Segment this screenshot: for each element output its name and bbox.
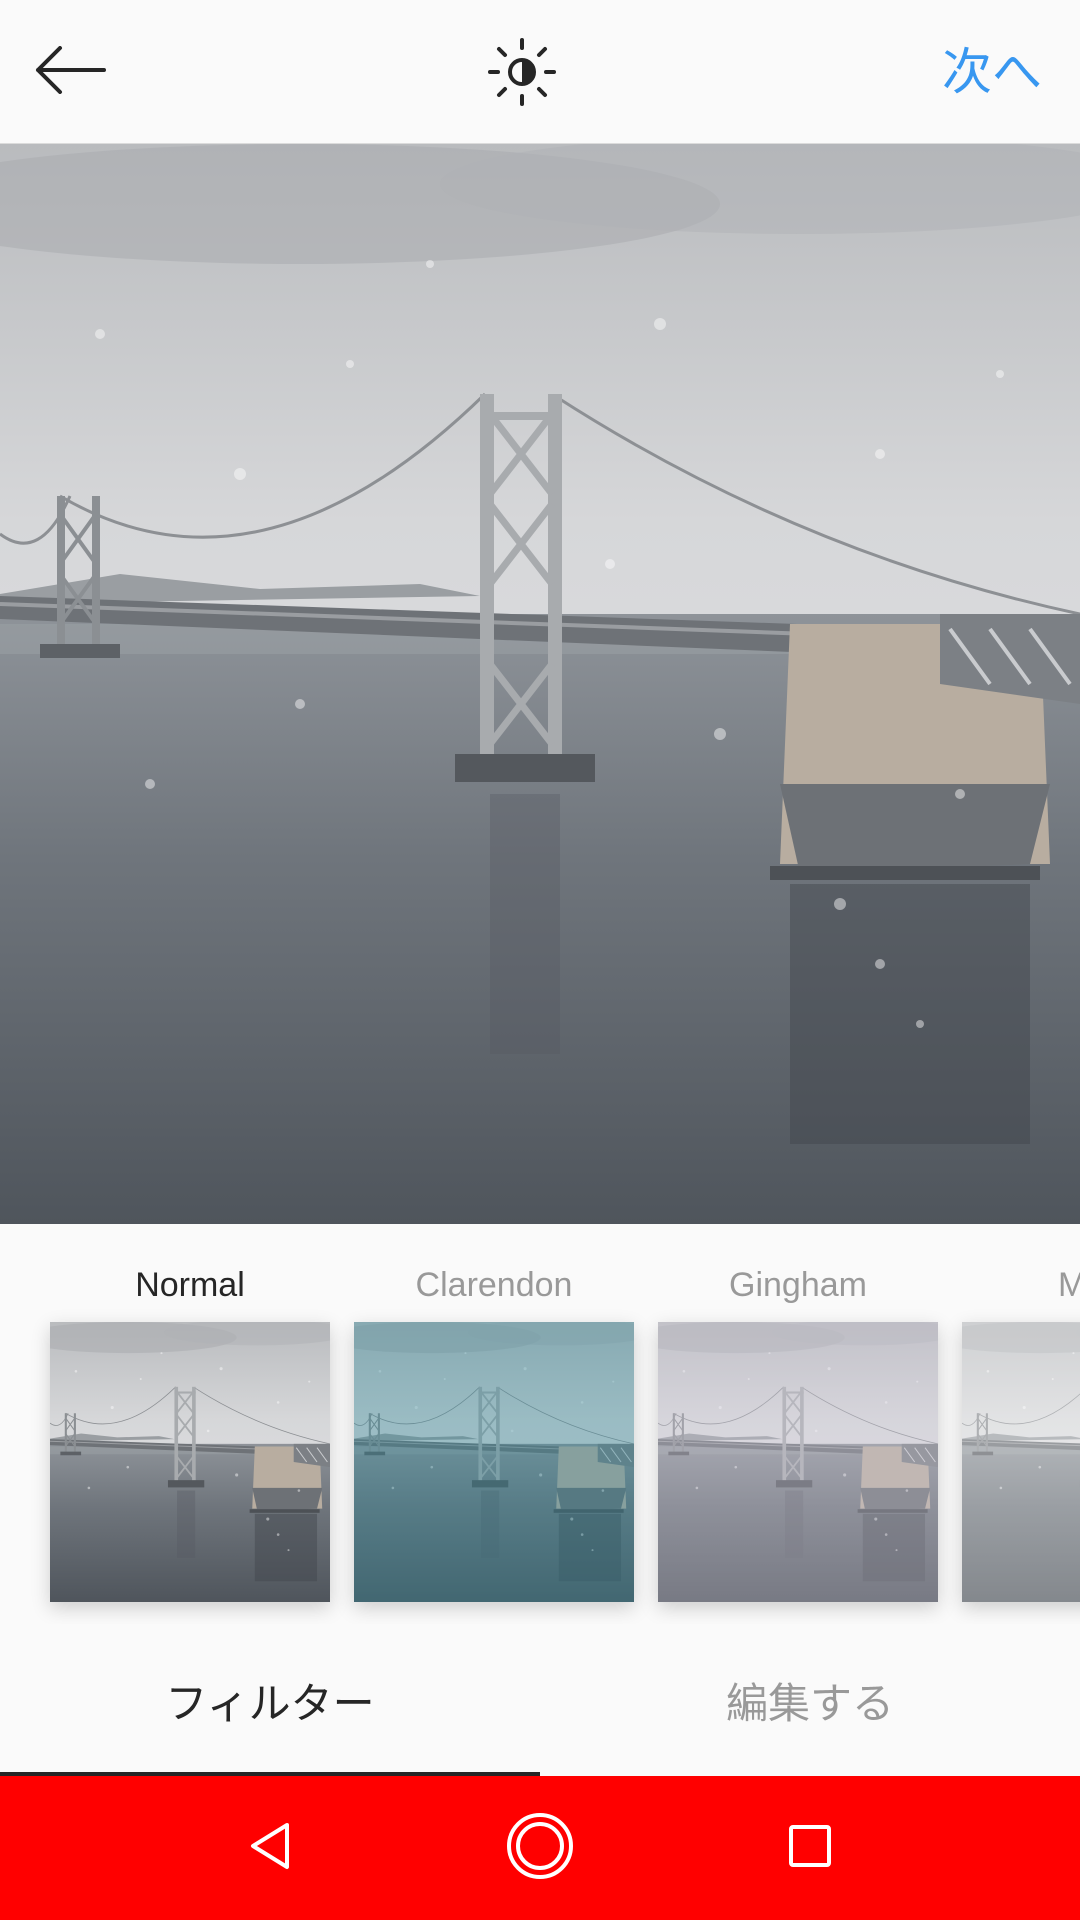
filter-label: M — [1058, 1266, 1080, 1304]
sun-half-icon — [487, 37, 557, 112]
back-button[interactable] — [28, 36, 112, 108]
filter-gingham[interactable]: Gingham — [658, 1224, 938, 1624]
filter-thumbnail[interactable] — [354, 1322, 634, 1602]
arrow-left-icon — [34, 45, 106, 99]
next-button[interactable]: 次へ — [942, 36, 1042, 108]
circle-home-icon — [505, 1811, 575, 1886]
filter-clarendon[interactable]: Clarendon — [354, 1224, 634, 1624]
filter-label: Clarendon — [415, 1266, 573, 1304]
filter-thumbnail[interactable] — [962, 1322, 1080, 1602]
tab-filter[interactable]: フィルター — [0, 1624, 540, 1776]
filter-thumbnail[interactable] — [50, 1322, 330, 1602]
nav-back-button[interactable] — [220, 1798, 320, 1898]
square-recents-icon — [787, 1823, 833, 1874]
top-bar: 次へ — [0, 0, 1080, 144]
nav-home-button[interactable] — [490, 1798, 590, 1898]
filter-label: Normal — [135, 1266, 245, 1304]
filter-partial[interactable]: M — [962, 1224, 1080, 1624]
filter-strip[interactable]: Normal Clarendon Gingham M — [0, 1224, 1080, 1624]
nav-recents-button[interactable] — [760, 1798, 860, 1898]
filter-label: Gingham — [729, 1266, 867, 1304]
lux-button[interactable] — [480, 32, 564, 116]
system-nav-bar — [0, 1776, 1080, 1920]
filter-normal[interactable]: Normal — [50, 1224, 330, 1624]
tab-label: フィルター — [165, 1678, 375, 1728]
photo-preview[interactable] — [0, 144, 1080, 1224]
tab-label: 編集する — [725, 1678, 894, 1728]
filter-thumbnail[interactable] — [658, 1322, 938, 1602]
tab-edit[interactable]: 編集する — [540, 1624, 1080, 1776]
photo-image — [0, 144, 1080, 1224]
editor-tabs: フィルター 編集する — [0, 1624, 1080, 1776]
triangle-back-icon — [245, 1821, 295, 1876]
